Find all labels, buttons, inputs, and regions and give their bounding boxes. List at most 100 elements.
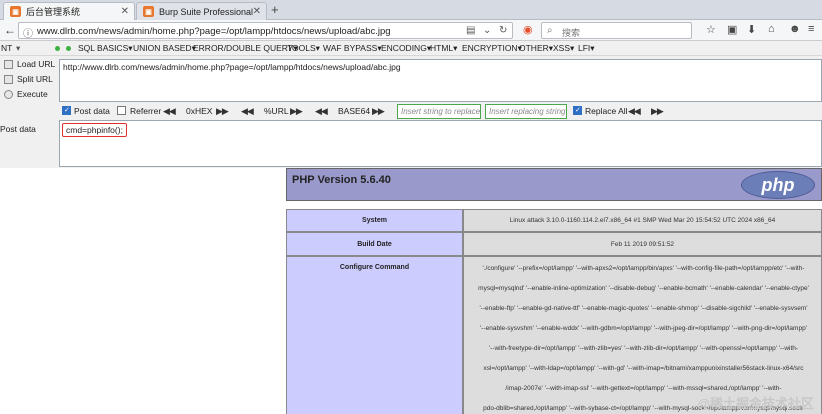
- address-bar[interactable]: ⓘ www.dlrb.com/news/admin/home.php?page=…: [18, 22, 513, 40]
- status-dot-icon: [66, 46, 71, 51]
- base64-label: BASE64: [338, 106, 371, 116]
- hex-label: 0xHEX: [186, 106, 213, 116]
- referrer-checkbox[interactable]: [117, 106, 126, 115]
- hex-encode-arrow-icon[interactable]: ▶▶: [216, 106, 229, 117]
- menu-xss[interactable]: XSS▾: [553, 43, 574, 54]
- menu-prefix[interactable]: NT: [1, 43, 12, 53]
- php-info-table: System Linux attack 3.10.0-1160.114.2.el…: [286, 209, 822, 414]
- dropdown-icon[interactable]: ⌄: [483, 25, 491, 36]
- post-data-textarea[interactable]: cmd=phpinfo();: [59, 120, 822, 167]
- tab-admin[interactable]: ▣ 后台管理系统 ✕: [3, 2, 135, 20]
- menu-waf-bypass[interactable]: WAF BYPASS▾: [323, 43, 382, 54]
- search-box[interactable]: ⌕ 搜索: [541, 22, 692, 39]
- home-icon[interactable]: ⌂: [768, 23, 775, 35]
- url-textarea-value[interactable]: http://www.dlrb.com/news/admin/home.php?…: [63, 62, 401, 72]
- post-data-value[interactable]: cmd=phpinfo();: [62, 123, 127, 137]
- new-tab-button[interactable]: +: [271, 2, 279, 17]
- post-data-option-label: Post data: [74, 106, 110, 116]
- reload-icon[interactable]: ↻: [499, 25, 507, 36]
- tab-title: 后台管理系统: [26, 7, 81, 17]
- configure-line: '--enable-sysvshm' '--enable-wddx' '--wi…: [480, 325, 807, 332]
- search-icon: ⌕: [547, 25, 553, 36]
- replace-left-arrow-icon[interactable]: ◀◀: [628, 106, 641, 117]
- download-icon[interactable]: ⬇: [747, 23, 756, 36]
- tab-burp[interactable]: ▣ Burp Suite Professional ✕: [136, 2, 267, 20]
- favicon-icon: ▣: [10, 6, 21, 17]
- load-url-button[interactable]: Load URL: [4, 59, 55, 69]
- php-version-title: PHP Version 5.6.40: [292, 174, 391, 186]
- configure-line: /imap-2007e' '--with-imap-ssl' '--with-g…: [505, 385, 782, 392]
- url-decode-arrow-icon[interactable]: ◀◀: [241, 106, 254, 117]
- menu-sql-basics[interactable]: SQL BASICS▾: [78, 43, 133, 54]
- php-logo-text: php: [761, 174, 795, 195]
- url-textarea[interactable]: http://www.dlrb.com/news/admin/home.php?…: [59, 59, 822, 102]
- configure-line: mysql=mysqlnd' '--enable-inline-optimiza…: [478, 285, 809, 292]
- menu-caret-icon[interactable]: ▾: [16, 43, 20, 54]
- status-dot-icon: [55, 46, 60, 51]
- table-row: Build Date Feb 11 2019 09:51:52: [286, 232, 822, 256]
- table-row: System Linux attack 3.10.0-1160.114.2.el…: [286, 209, 822, 232]
- execute-icon: [4, 89, 13, 99]
- row-key: Configure Command: [286, 256, 463, 414]
- split-url-button[interactable]: Split URL: [4, 74, 53, 84]
- row-value: Linux attack 3.10.0-1160.114.2.el7.x86_6…: [463, 209, 822, 232]
- load-url-label: Load URL: [17, 59, 56, 69]
- tab-bar: ▣ 后台管理系统 ✕ ▣ Burp Suite Professional ✕ +: [0, 0, 822, 20]
- menu-encryption[interactable]: ENCRYPTION▾: [462, 43, 522, 54]
- reader-icon[interactable]: ▤: [466, 25, 475, 36]
- watermark: @稀土掘金技术社区: [697, 396, 814, 411]
- execute-button[interactable]: Execute: [4, 89, 48, 99]
- menu-icon[interactable]: ≡: [808, 23, 814, 35]
- replacing-string-input[interactable]: Insert replacing string: [485, 104, 567, 119]
- reading-list-icon[interactable]: ▣: [727, 23, 737, 36]
- split-url-label: Split URL: [17, 74, 53, 84]
- url-encode-label: %URL: [264, 106, 289, 116]
- post-data-label: Post data: [0, 124, 36, 134]
- url-encode-arrow-icon[interactable]: ▶▶: [290, 106, 303, 117]
- base64-decode-arrow-icon[interactable]: ◀◀: [315, 106, 328, 117]
- close-tab-icon[interactable]: ✕: [121, 6, 129, 17]
- table-row: Configure Command './configure' '--prefi…: [286, 256, 822, 414]
- info-icon[interactable]: ⓘ: [23, 25, 33, 40]
- search-engine-icon[interactable]: ◉: [523, 23, 533, 36]
- hackbar-options: Post data Referrer ◀◀ 0xHEX ▶▶ ◀◀ %URL ▶…: [0, 104, 822, 119]
- replace-string-placeholder: Insert string to replace: [401, 107, 481, 116]
- hex-decode-arrow-icon[interactable]: ◀◀: [163, 106, 176, 117]
- menu-tools[interactable]: TOOLS▾: [287, 43, 320, 54]
- menu-error-double-query[interactable]: ERROR/DOUBLE QUERY▾: [193, 43, 298, 54]
- menu-other[interactable]: OTHER▾: [519, 43, 553, 54]
- replacing-string-placeholder: Insert replacing string: [489, 107, 566, 116]
- close-tab-icon[interactable]: ✕: [253, 6, 261, 17]
- menu-html[interactable]: HTML▾: [430, 43, 457, 54]
- row-key: Build Date: [286, 232, 463, 256]
- extension-icon[interactable]: ☻: [789, 23, 801, 35]
- row-value: Feb 11 2019 09:51:52: [463, 232, 822, 256]
- replace-right-arrow-icon[interactable]: ▶▶: [651, 106, 664, 117]
- configure-command-value: './configure' '--prefix=/opt/lampp' '--w…: [463, 256, 822, 414]
- tab-title: Burp Suite Professional: [159, 6, 254, 17]
- menu-lfi[interactable]: LFI▾: [578, 43, 595, 54]
- replace-string-input[interactable]: Insert string to replace: [397, 104, 481, 119]
- address-text[interactable]: www.dlrb.com/news/admin/home.php?page=/o…: [37, 26, 391, 37]
- post-data-checkbox[interactable]: [62, 106, 71, 115]
- php-info-header: PHP Version 5.6.40 php: [286, 168, 822, 201]
- bookmark-star-icon[interactable]: ☆: [706, 23, 716, 36]
- favicon-icon: ▣: [143, 6, 154, 17]
- configure-line: './configure' '--prefix=/opt/lampp' '--w…: [482, 265, 805, 272]
- back-icon[interactable]: ←: [4, 23, 16, 37]
- load-url-icon: [4, 59, 13, 69]
- split-url-icon: [4, 74, 13, 84]
- menu-union-based[interactable]: UNION BASED▾: [133, 43, 196, 54]
- hackbar-menu: NT ▾ SQL BASICS▾ UNION BASED▾ ERROR/DOUB…: [0, 41, 822, 56]
- replace-all-label: Replace All: [585, 106, 628, 116]
- menu-encoding[interactable]: ENCODING▾: [381, 43, 431, 54]
- configure-line: '--enable-ftp' '--enable-gd-native-ttf' …: [479, 305, 808, 312]
- replace-all-checkbox[interactable]: [573, 106, 582, 115]
- php-logo: php: [741, 171, 815, 199]
- referrer-label: Referrer: [130, 106, 162, 116]
- row-key: System: [286, 209, 463, 232]
- execute-label: Execute: [17, 89, 48, 99]
- base64-encode-arrow-icon[interactable]: ▶▶: [372, 106, 385, 117]
- search-placeholder: 搜索: [562, 28, 581, 38]
- configure-line: '--with-freetype-dir=/opt/lampp' '--with…: [488, 345, 799, 352]
